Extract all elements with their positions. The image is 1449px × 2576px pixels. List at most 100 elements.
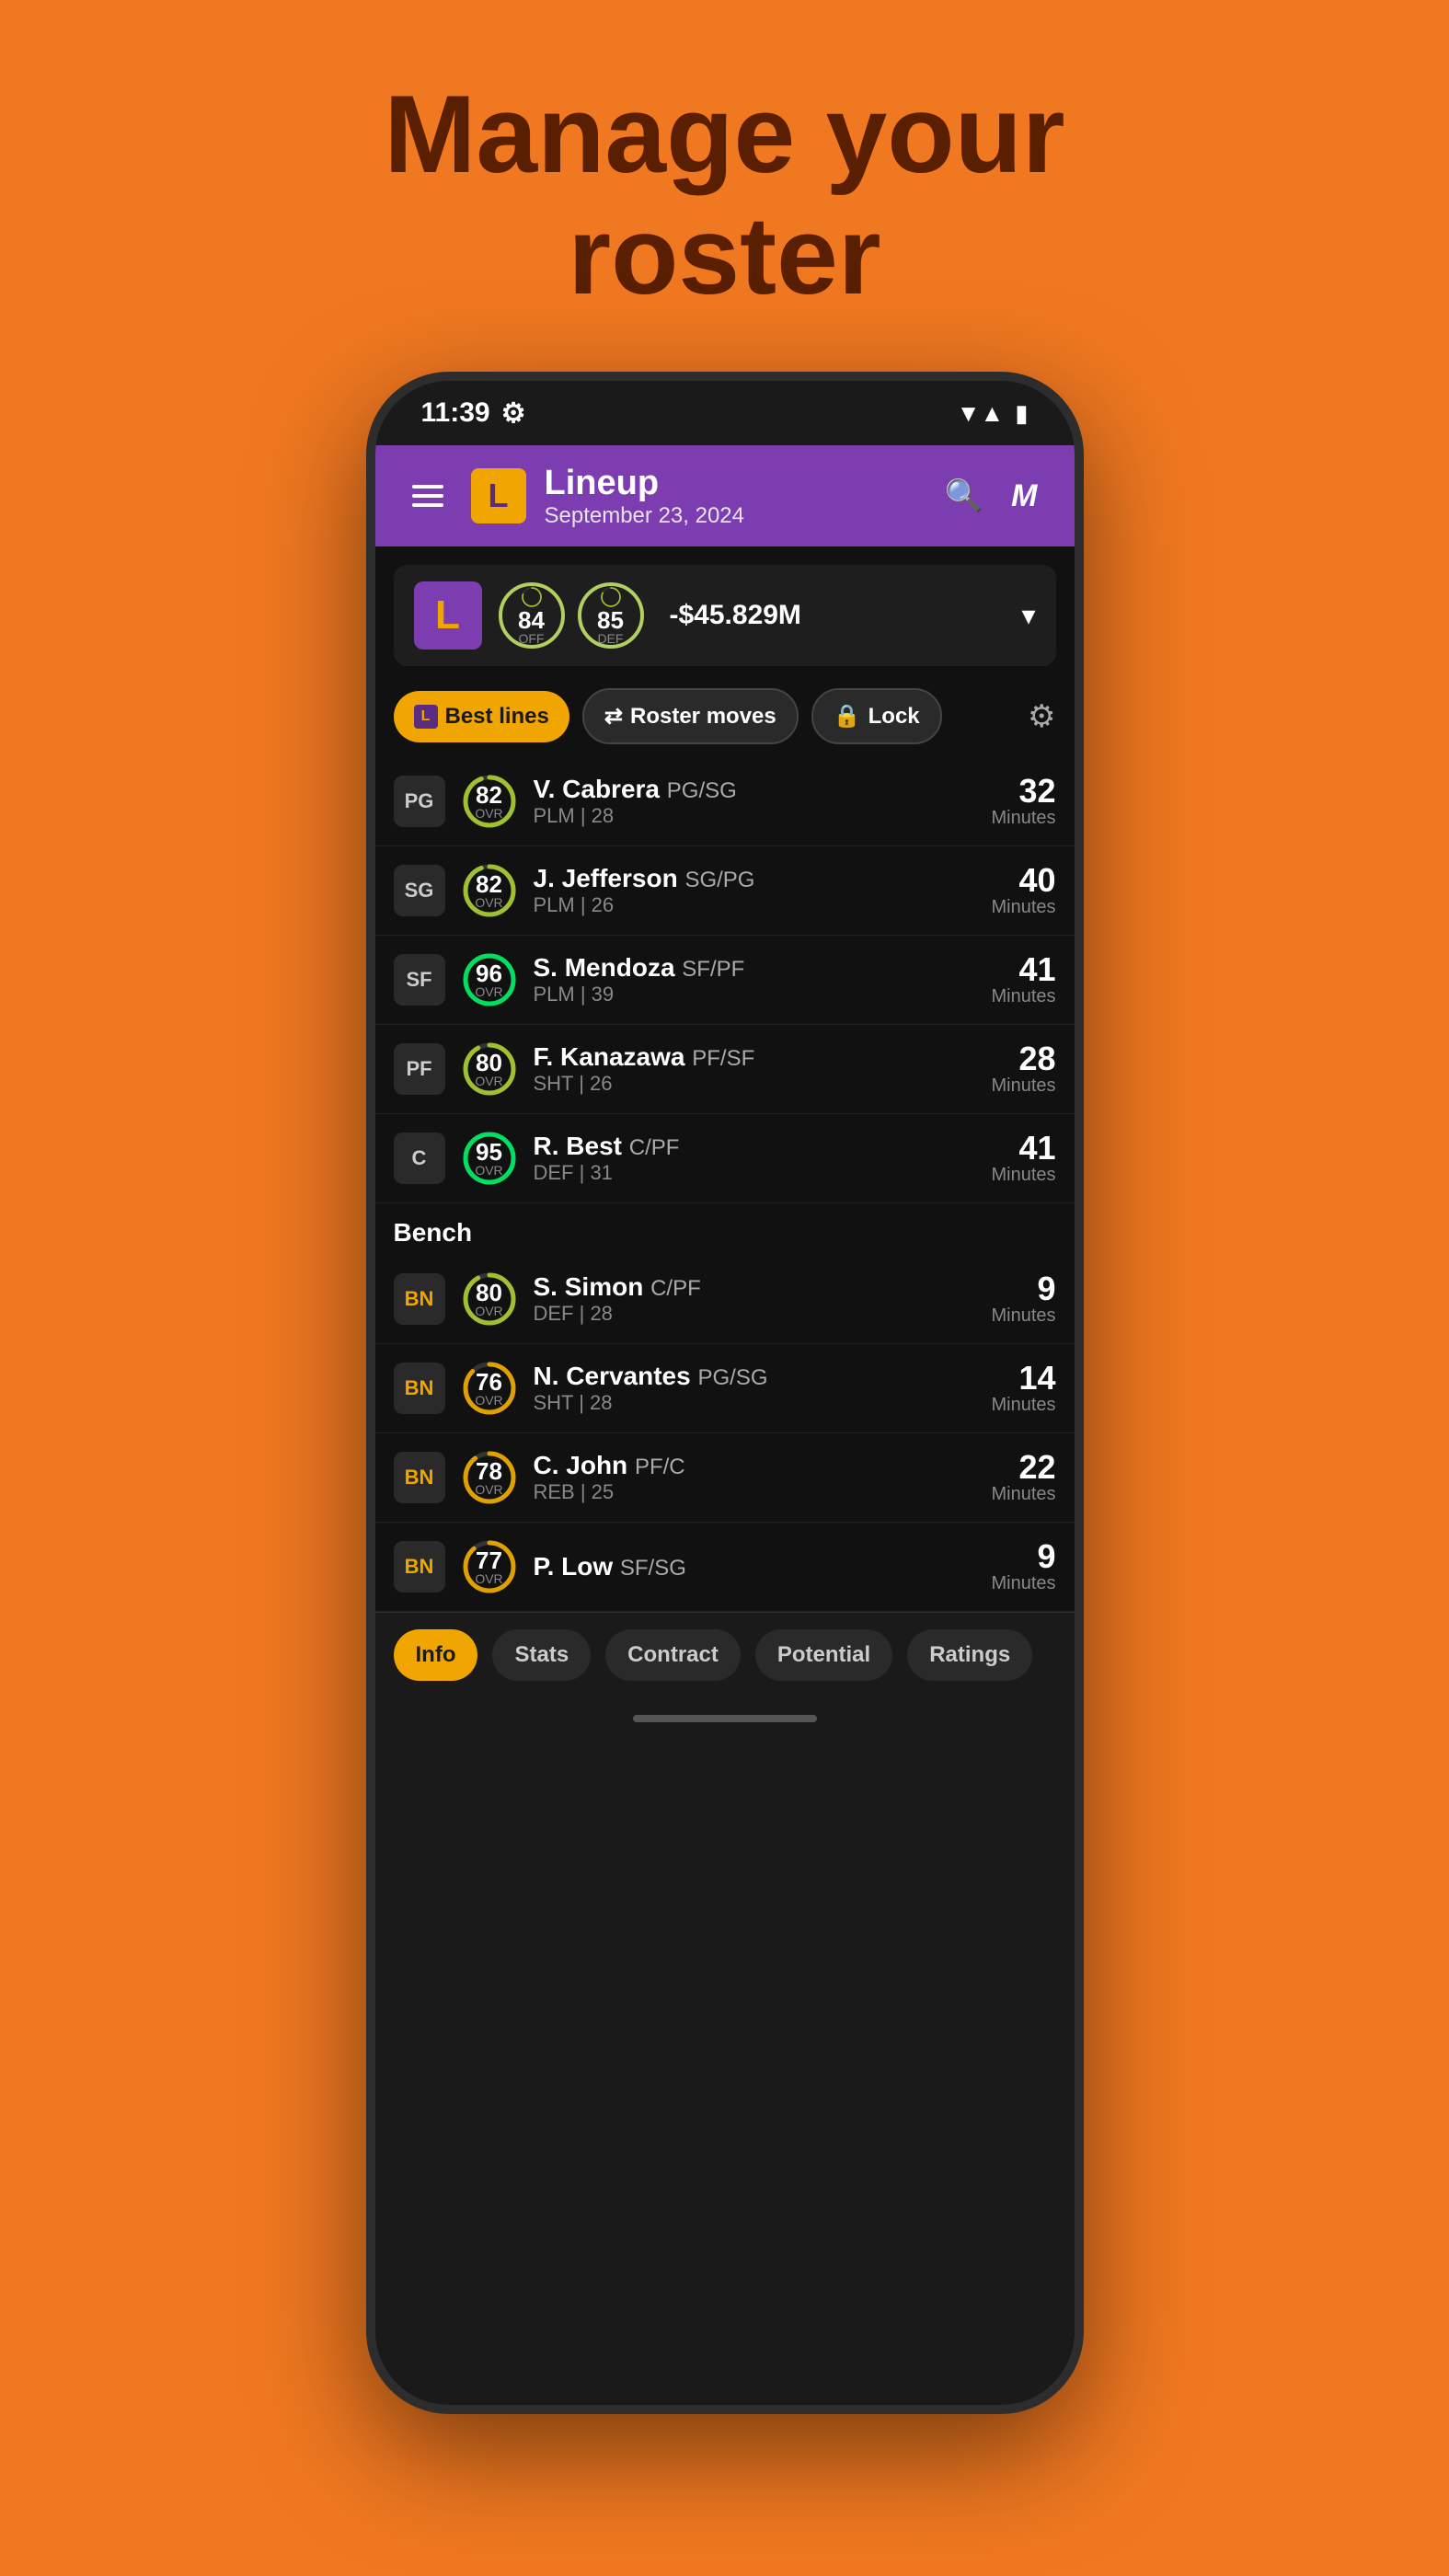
home-indicator — [375, 1697, 1075, 1740]
player-meta: DEF | 28 — [534, 1302, 977, 1326]
player-minutes: 9 Minutes — [991, 1272, 1055, 1327]
best-lines-logo: L — [414, 705, 438, 729]
app-body: L 84 OFF — [375, 546, 1075, 1740]
player-minutes: 9 Minutes — [991, 1540, 1055, 1594]
offense-rating: 84 OFF — [499, 582, 565, 649]
player-name: P. Low SF/SG — [534, 1552, 977, 1581]
swap-icon: ⇄ — [604, 703, 623, 730]
player-minutes: 28 Minutes — [991, 1042, 1055, 1097]
player-name: V. Cabrera PG/SG — [534, 775, 977, 804]
bench-list: BN 80 OVR S. Simon C/PF DEF | 28 9 Minut… — [375, 1255, 1075, 1612]
tab-ratings[interactable]: Ratings — [907, 1629, 1032, 1681]
player-meta: REB | 25 — [534, 1480, 977, 1504]
battery-icon: ▮ — [1015, 399, 1028, 428]
player-minutes: 40 Minutes — [991, 864, 1055, 918]
ovr-circle: 96 OVR — [460, 950, 519, 1009]
player-row[interactable]: SF 96 OVR S. Mendoza SF/PF PLM | 39 41 M… — [375, 936, 1075, 1025]
page-title: Manage your roster — [384, 74, 1064, 316]
header-title: Lineup — [545, 464, 926, 503]
player-name: C. John PF/C — [534, 1451, 977, 1480]
player-meta: DEF | 31 — [534, 1161, 977, 1185]
roster-moves-button[interactable]: ⇄ Roster moves — [582, 688, 799, 744]
bench-label: Bench — [375, 1203, 1075, 1255]
player-minutes: 22 Minutes — [991, 1451, 1055, 1505]
player-name: F. Kanazawa PF/SF — [534, 1042, 977, 1072]
player-row[interactable]: BN 76 OVR N. Cervantes PG/SG SHT | 28 14… — [375, 1344, 1075, 1433]
tab-info[interactable]: Info — [394, 1629, 478, 1681]
ovr-circle: 76 OVR — [460, 1359, 519, 1418]
position-badge: PG — [394, 776, 445, 827]
player-meta: SHT | 28 — [534, 1391, 977, 1415]
player-info: S. Mendoza SF/PF PLM | 39 — [534, 953, 977, 1006]
starters-list: PG 82 OVR V. Cabrera PG/SG PLM | 28 32 M… — [375, 757, 1075, 1203]
team-logo: L — [471, 468, 526, 523]
header-subtitle: September 23, 2024 — [545, 503, 926, 529]
player-name: S. Simon C/PF — [534, 1272, 977, 1302]
position-badge: C — [394, 1133, 445, 1184]
settings-icon: ⚙ — [501, 397, 526, 430]
player-row[interactable]: C 95 OVR R. Best C/PF DEF | 31 41 Minute… — [375, 1114, 1075, 1203]
search-icon[interactable]: 🔍 — [945, 477, 983, 514]
ovr-circle: 77 OVR — [460, 1537, 519, 1596]
position-badge: BN — [394, 1452, 445, 1503]
position-badge: SF — [394, 954, 445, 1006]
player-info: F. Kanazawa PF/SF SHT | 26 — [534, 1042, 977, 1096]
ovr-circle: 80 OVR — [460, 1270, 519, 1328]
player-row[interactable]: PG 82 OVR V. Cabrera PG/SG PLM | 28 32 M… — [375, 757, 1075, 846]
position-badge: BN — [394, 1541, 445, 1593]
player-meta: SHT | 26 — [534, 1072, 977, 1096]
lock-icon: 🔒 — [834, 703, 861, 730]
player-name: N. Cervantes PG/SG — [534, 1362, 977, 1391]
player-info: P. Low SF/SG — [534, 1552, 977, 1581]
player-info: N. Cervantes PG/SG SHT | 28 — [534, 1362, 977, 1415]
team-logo-medium: L — [414, 581, 482, 650]
player-info: R. Best C/PF DEF | 31 — [534, 1132, 977, 1185]
position-badge: PF — [394, 1043, 445, 1095]
profile-icon[interactable]: M — [1011, 478, 1037, 514]
phone-shell: 11:39 ⚙ ▼▲ ▮ L Lineup September 23, 2024… — [366, 372, 1084, 2414]
lineup-settings-button[interactable]: ⚙ — [1028, 698, 1055, 735]
header-actions: 🔍 M — [945, 477, 1038, 514]
player-name: J. Jefferson SG/PG — [534, 864, 977, 893]
ovr-circle: 82 OVR — [460, 772, 519, 831]
player-info: S. Simon C/PF DEF | 28 — [534, 1272, 977, 1326]
status-icons: ▼▲ ▮ — [957, 399, 1029, 428]
player-row[interactable]: BN 80 OVR S. Simon C/PF DEF | 28 9 Minut… — [375, 1255, 1075, 1344]
tab-stats[interactable]: Stats — [492, 1629, 591, 1681]
player-name: S. Mendoza SF/PF — [534, 953, 977, 983]
team-ratings: 84 OFF 85 DEF — [499, 582, 644, 649]
ovr-circle: 80 OVR — [460, 1040, 519, 1098]
hamburger-menu[interactable] — [412, 485, 443, 507]
tab-potential[interactable]: Potential — [755, 1629, 892, 1681]
team-salary: -$45.829M — [661, 600, 1006, 631]
home-bar — [633, 1715, 817, 1722]
tab-contract[interactable]: Contract — [605, 1629, 741, 1681]
lock-button[interactable]: 🔒 Lock — [811, 688, 942, 744]
player-info: J. Jefferson SG/PG PLM | 26 — [534, 864, 977, 917]
status-bar: 11:39 ⚙ ▼▲ ▮ — [375, 381, 1075, 445]
expand-icon[interactable]: ▾ — [1021, 600, 1035, 632]
player-name: R. Best C/PF — [534, 1132, 977, 1161]
player-info: C. John PF/C REB | 25 — [534, 1451, 977, 1504]
player-minutes: 32 Minutes — [991, 775, 1055, 829]
player-info: V. Cabrera PG/SG PLM | 28 — [534, 775, 977, 828]
action-row: L Best lines ⇄ Roster moves 🔒 Lock ⚙ — [375, 675, 1075, 757]
player-row[interactable]: SG 82 OVR J. Jefferson SG/PG PLM | 26 40… — [375, 846, 1075, 936]
best-lines-button[interactable]: L Best lines — [394, 691, 569, 742]
team-summary-card: L 84 OFF — [394, 565, 1056, 666]
ovr-circle: 82 OVR — [460, 861, 519, 920]
bottom-tab-bar: Info Stats Contract Potential Ratings — [375, 1612, 1075, 1697]
header-title-group: Lineup September 23, 2024 — [545, 464, 926, 529]
player-row[interactable]: PF 80 OVR F. Kanazawa PF/SF SHT | 26 28 … — [375, 1025, 1075, 1114]
player-minutes: 41 Minutes — [991, 1132, 1055, 1186]
position-badge: BN — [394, 1273, 445, 1325]
player-row[interactable]: BN 77 OVR P. Low SF/SG 9 Minutes — [375, 1523, 1075, 1612]
position-badge: SG — [394, 865, 445, 916]
player-minutes: 41 Minutes — [991, 953, 1055, 1007]
status-time: 11:39 — [421, 397, 490, 429]
defense-rating: 85 DEF — [578, 582, 644, 649]
player-row[interactable]: BN 78 OVR C. John PF/C REB | 25 22 Minut… — [375, 1433, 1075, 1523]
app-header: L Lineup September 23, 2024 🔍 M — [375, 445, 1075, 546]
player-meta: PLM | 28 — [534, 804, 977, 828]
player-meta: PLM | 39 — [534, 983, 977, 1006]
